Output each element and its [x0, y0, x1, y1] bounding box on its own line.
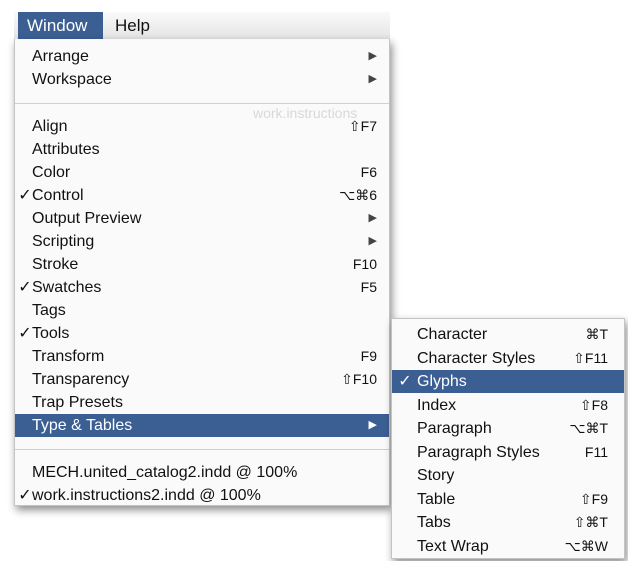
checkmark-icon: ✓: [18, 187, 32, 204]
checkmark-icon: ✓: [18, 487, 32, 504]
keyboard-shortcut: ⇧F10: [341, 371, 377, 387]
menu-item-stroke[interactable]: Stroke F10: [15, 253, 389, 276]
menu-separator: [15, 103, 389, 104]
menu-item-mech-united-catalog2-indd-100[interactable]: MECH.united_catalog2.indd @ 100%: [15, 461, 389, 484]
keyboard-shortcut: ⇧F7: [348, 118, 377, 134]
keyboard-shortcut: ⌥⌘W: [564, 537, 608, 554]
checkmark-icon: ✓: [398, 373, 412, 390]
keyboard-shortcut: ⇧F9: [579, 490, 608, 507]
menu-item-label: Arrange: [32, 48, 89, 65]
keyboard-shortcut: ⌥⌘6: [339, 187, 377, 203]
menu-item-table[interactable]: Table ⇧F9: [392, 488, 624, 511]
menu-item-arrange[interactable]: Arrange ▶: [15, 45, 389, 68]
menu-item-attributes[interactable]: Attributes: [15, 138, 389, 161]
keyboard-shortcut: F10: [352, 256, 377, 272]
menu-item-label: Color: [32, 164, 71, 181]
menu-item-index[interactable]: Index ⇧F8: [392, 394, 624, 417]
menu-item-label: Workspace: [32, 71, 112, 88]
menu-item-label: Table: [417, 490, 456, 508]
menu-item-label: Text Wrap: [417, 537, 489, 555]
menu-item-tags[interactable]: Tags: [15, 299, 389, 322]
window-menu: work.instructions Arrange ▶ Workspace ▶ Alig…: [14, 39, 390, 506]
menu-item-paragraph[interactable]: Paragraph ⌥⌘T: [392, 417, 624, 440]
keyboard-shortcut: ⇧⌘T: [573, 514, 608, 530]
menu-item-scripting[interactable]: Scripting ▶: [15, 230, 389, 253]
menu-item-label: Stroke: [32, 256, 79, 273]
menu-item-swatches[interactable]: ✓ Swatches F5: [15, 276, 389, 299]
menu-item-label: Paragraph: [417, 420, 492, 437]
menu-item-label: Output Preview: [32, 210, 142, 227]
menu-item-label: Scripting: [32, 233, 95, 250]
menu-item-label: Character: [417, 326, 488, 343]
keyboard-shortcut: F9: [360, 348, 377, 364]
menu-item-character[interactable]: Character ⌘T: [392, 323, 624, 346]
menu-item-output-preview[interactable]: Output Preview ▶: [15, 207, 389, 230]
menu-item-label: Glyphs: [417, 373, 467, 390]
menu-item-label: MECH.united_catalog2.indd @ 100%: [32, 464, 298, 481]
menu-item-color[interactable]: Color F6: [15, 161, 389, 184]
menu-item-label: Transparency: [32, 371, 130, 388]
menu-item-label: Control: [32, 187, 84, 204]
menu-item-label: Tools: [32, 325, 70, 342]
menu-item-label: Index: [417, 396, 457, 414]
menu-item-type-tables[interactable]: Type & Tables ▶: [15, 414, 389, 437]
menu-bar: Window Help: [14, 12, 390, 40]
menu-item-label: work.instructions2.indd @ 100%: [32, 487, 261, 504]
keyboard-shortcut: ⇧F11: [573, 349, 608, 366]
menu-item-align[interactable]: Align ⇧F7: [15, 115, 389, 138]
submenu-arrow-icon: ▶: [368, 235, 377, 247]
menu-item-glyphs[interactable]: ✓ Glyphs: [392, 370, 624, 393]
menu-separator: [15, 449, 389, 450]
menu-item-label: Align: [32, 118, 68, 135]
menu-item-label: Tags: [32, 302, 66, 319]
menu-title-window[interactable]: Window: [18, 12, 103, 39]
menu-item-text-wrap[interactable]: Text Wrap ⌥⌘W: [392, 535, 624, 558]
submenu-arrow-icon: ▶: [368, 212, 377, 224]
menu-item-label: Attributes: [32, 141, 100, 158]
checkmark-icon: ✓: [18, 325, 32, 342]
menu-item-label: Paragraph Styles: [417, 443, 540, 461]
menu-item-workspace[interactable]: Workspace ▶: [15, 68, 389, 91]
menu-item-paragraph-styles[interactable]: Paragraph Styles F11: [392, 441, 624, 464]
menu-item-label: Character Styles: [417, 349, 536, 367]
menu-item-label: Type & Tables: [32, 417, 133, 434]
menu-item-tabs[interactable]: Tabs ⇧⌘T: [392, 511, 624, 534]
menu-item-transparency[interactable]: Transparency ⇧F10: [15, 368, 389, 391]
menu-item-trap-presets[interactable]: Trap Presets: [15, 391, 389, 414]
menu-item-work-instructions2-indd-100[interactable]: ✓ work.instructions2.indd @ 100%: [15, 484, 389, 507]
menu-item-label: Tabs: [417, 514, 451, 531]
menu-item-label: Swatches: [32, 279, 102, 296]
menu-item-character-styles[interactable]: Character Styles ⇧F11: [392, 347, 624, 370]
menu-item-control[interactable]: ✓ Control ⌥⌘6: [15, 184, 389, 207]
checkmark-icon: ✓: [18, 279, 32, 296]
menu-item-tools[interactable]: ✓ Tools: [15, 322, 389, 345]
menu-title-help[interactable]: Help: [106, 12, 159, 39]
submenu-arrow-icon: ▶: [368, 419, 377, 431]
keyboard-shortcut: ⌘T: [585, 326, 608, 342]
keyboard-shortcut: F5: [360, 279, 377, 295]
keyboard-shortcut: F6: [360, 164, 377, 180]
menu-item-label: Story: [417, 467, 455, 484]
menu-item-label: Trap Presets: [32, 394, 123, 411]
submenu-arrow-icon: ▶: [368, 50, 377, 62]
type-tables-submenu: Character ⌘T Character Styles ⇧F11 ✓ Glyphs In…: [391, 318, 625, 559]
keyboard-shortcut: ⇧F8: [579, 396, 608, 413]
submenu-arrow-icon: ▶: [368, 73, 377, 85]
keyboard-shortcut: F11: [584, 443, 608, 460]
menu-item-transform[interactable]: Transform F9: [15, 345, 389, 368]
menu-item-label: Transform: [32, 348, 105, 365]
menu-item-story[interactable]: Story: [392, 464, 624, 487]
keyboard-shortcut: ⌥⌘T: [569, 420, 608, 436]
